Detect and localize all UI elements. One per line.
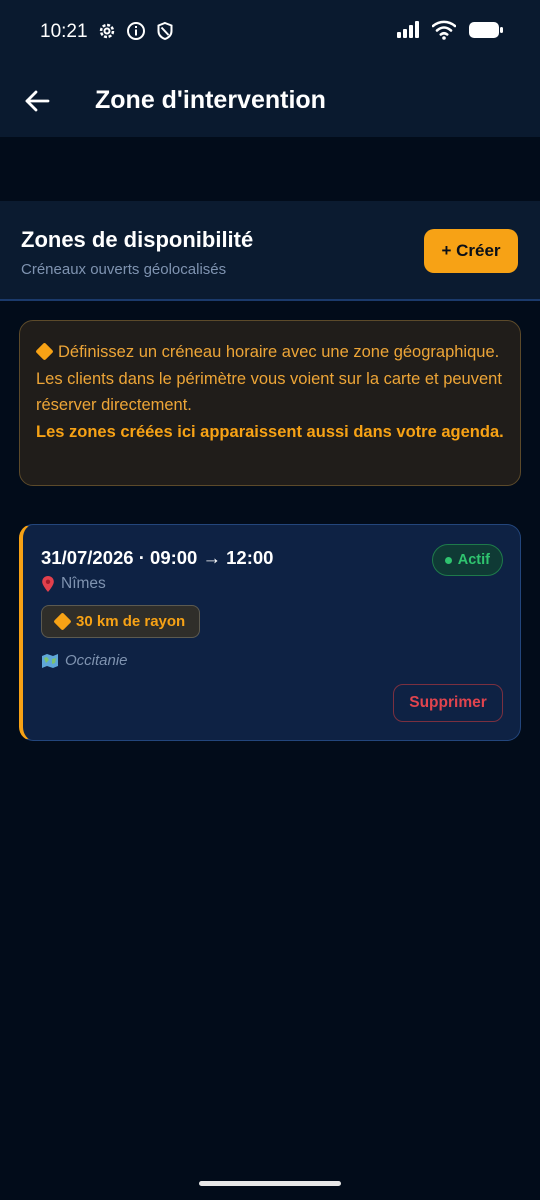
wifi-icon	[432, 20, 456, 40]
info-emphasis: Les zones créées ici apparaissent aussi …	[36, 422, 504, 441]
zone-datetime: 31/07/2026 · 09:00 → 12:00	[41, 547, 274, 568]
back-button[interactable]	[22, 86, 52, 116]
status-dot-icon	[444, 556, 452, 564]
orange-diamond-icon	[53, 612, 72, 631]
map-pin-icon	[42, 576, 54, 592]
battery-icon	[469, 22, 503, 38]
zones-header: Zones de disponibilité Créneaux ouverts …	[0, 201, 540, 301]
create-zone-button[interactable]: + Créer	[424, 229, 518, 273]
arrow-left-icon	[25, 90, 50, 112]
info-banner: Définissez un créneau horaire avec une z…	[19, 320, 521, 486]
region-label: Occitanie	[65, 652, 128, 669]
status-badge: Actif	[431, 544, 503, 576]
radius-label: 30 km de rayon	[76, 613, 186, 630]
zone-card: 31/07/2026 · 09:00 → 12:00 Nîmes Actif 3…	[19, 524, 521, 741]
status-icons-right	[396, 20, 504, 40]
info-text: Définissez un créneau horaire avec une z…	[36, 343, 502, 414]
zone-location: Nîmes	[41, 575, 106, 593]
section-subtitle: Créneaux ouverts géolocalisés	[21, 261, 227, 278]
section-title: Zones de disponibilité	[21, 227, 254, 252]
zone-city: Nîmes	[61, 575, 106, 592]
info-icon	[127, 22, 145, 40]
radius-badge: 30 km de rayon	[41, 605, 201, 638]
zone-region: Occitanie	[41, 652, 128, 669]
page-title: Zone d'intervention	[95, 86, 326, 114]
signal-icon	[397, 21, 419, 38]
app-bar: Zone d'intervention	[0, 64, 540, 137]
status-time: 10:21	[40, 21, 88, 42]
orange-diamond-icon	[35, 342, 54, 361]
status-label: Actif	[457, 552, 490, 568]
gear-icon	[99, 23, 115, 39]
shield-icon	[157, 21, 173, 41]
delete-zone-button[interactable]: Supprimer	[393, 684, 503, 722]
status-icons-left	[97, 21, 175, 41]
home-indicator[interactable]	[199, 1181, 341, 1186]
world-map-icon	[42, 653, 58, 668]
status-bar: 10:21	[0, 0, 540, 64]
